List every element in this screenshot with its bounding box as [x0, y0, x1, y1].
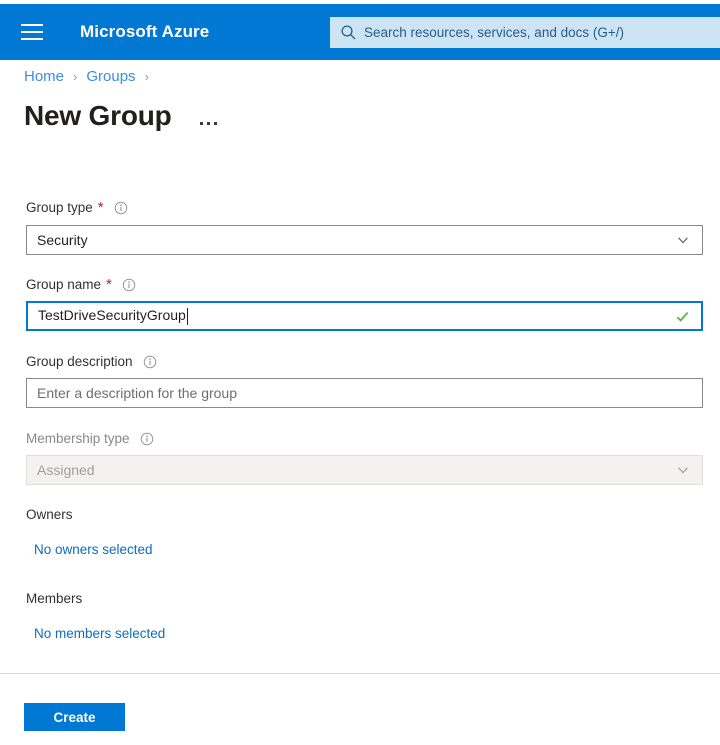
info-icon[interactable]	[143, 355, 157, 369]
footer-divider	[0, 673, 720, 674]
membership-type-dropdown: Assigned	[26, 455, 703, 485]
owners-selection-link[interactable]: No owners selected	[34, 542, 153, 557]
chevron-right-icon: ›	[144, 69, 149, 84]
hamburger-line	[21, 31, 43, 33]
global-search-placeholder: Search resources, services, and docs (G+…	[364, 25, 624, 40]
checkmark-icon	[676, 311, 689, 322]
membership-type-label-text: Membership type	[26, 431, 130, 446]
info-icon[interactable]	[140, 432, 154, 446]
breadcrumb: Home › Groups ›	[24, 68, 158, 85]
ellipsis-dot	[213, 122, 217, 125]
brand-title[interactable]: Microsoft Azure	[80, 22, 209, 42]
required-asterisk: *	[97, 199, 104, 216]
group-type-value: Security	[37, 232, 88, 248]
breadcrumb-item-home[interactable]: Home	[24, 68, 64, 85]
create-button[interactable]: Create	[24, 703, 125, 731]
more-options-icon[interactable]	[199, 103, 217, 129]
ellipsis-dot	[206, 122, 210, 125]
info-icon[interactable]	[122, 278, 136, 292]
group-name-input[interactable]: TestDriveSecurityGroup	[26, 301, 703, 331]
group-name-value: TestDriveSecurityGroup	[38, 307, 188, 325]
info-icon[interactable]	[114, 201, 128, 215]
chevron-right-icon: ›	[73, 69, 78, 84]
group-description-placeholder: Enter a description for the group	[37, 385, 238, 401]
azure-top-header: Microsoft Azure Search resources, servic…	[0, 4, 720, 60]
hamburger-line	[21, 24, 43, 26]
search-icon	[341, 25, 356, 40]
group-description-input[interactable]: Enter a description for the group	[26, 378, 703, 408]
group-type-dropdown[interactable]: Security	[26, 225, 703, 255]
page-title: New Group	[24, 100, 172, 131]
chevron-down-icon	[678, 237, 688, 244]
owners-label: Owners	[26, 507, 73, 522]
members-label: Members	[26, 591, 83, 606]
members-selection-link[interactable]: No members selected	[34, 626, 165, 641]
membership-type-label: Membership type	[26, 431, 154, 446]
breadcrumb-item-groups[interactable]: Groups	[86, 68, 135, 85]
required-asterisk: *	[106, 276, 112, 293]
group-name-label-text: Group name	[26, 277, 102, 292]
group-description-label-text: Group description	[26, 354, 133, 369]
membership-type-value: Assigned	[37, 462, 95, 478]
chevron-down-icon	[678, 467, 688, 474]
group-type-label: Group type *	[26, 200, 128, 215]
page-title-row: New Group	[24, 100, 217, 132]
group-name-label: Group name *	[26, 277, 136, 292]
ellipsis-dot	[199, 122, 203, 125]
text-cursor	[186, 307, 188, 325]
group-description-label: Group description	[26, 354, 157, 369]
global-search-input[interactable]: Search resources, services, and docs (G+…	[330, 17, 720, 48]
group-type-label-text: Group type	[26, 200, 93, 215]
hamburger-icon[interactable]	[10, 4, 54, 60]
hamburger-line	[21, 38, 43, 40]
